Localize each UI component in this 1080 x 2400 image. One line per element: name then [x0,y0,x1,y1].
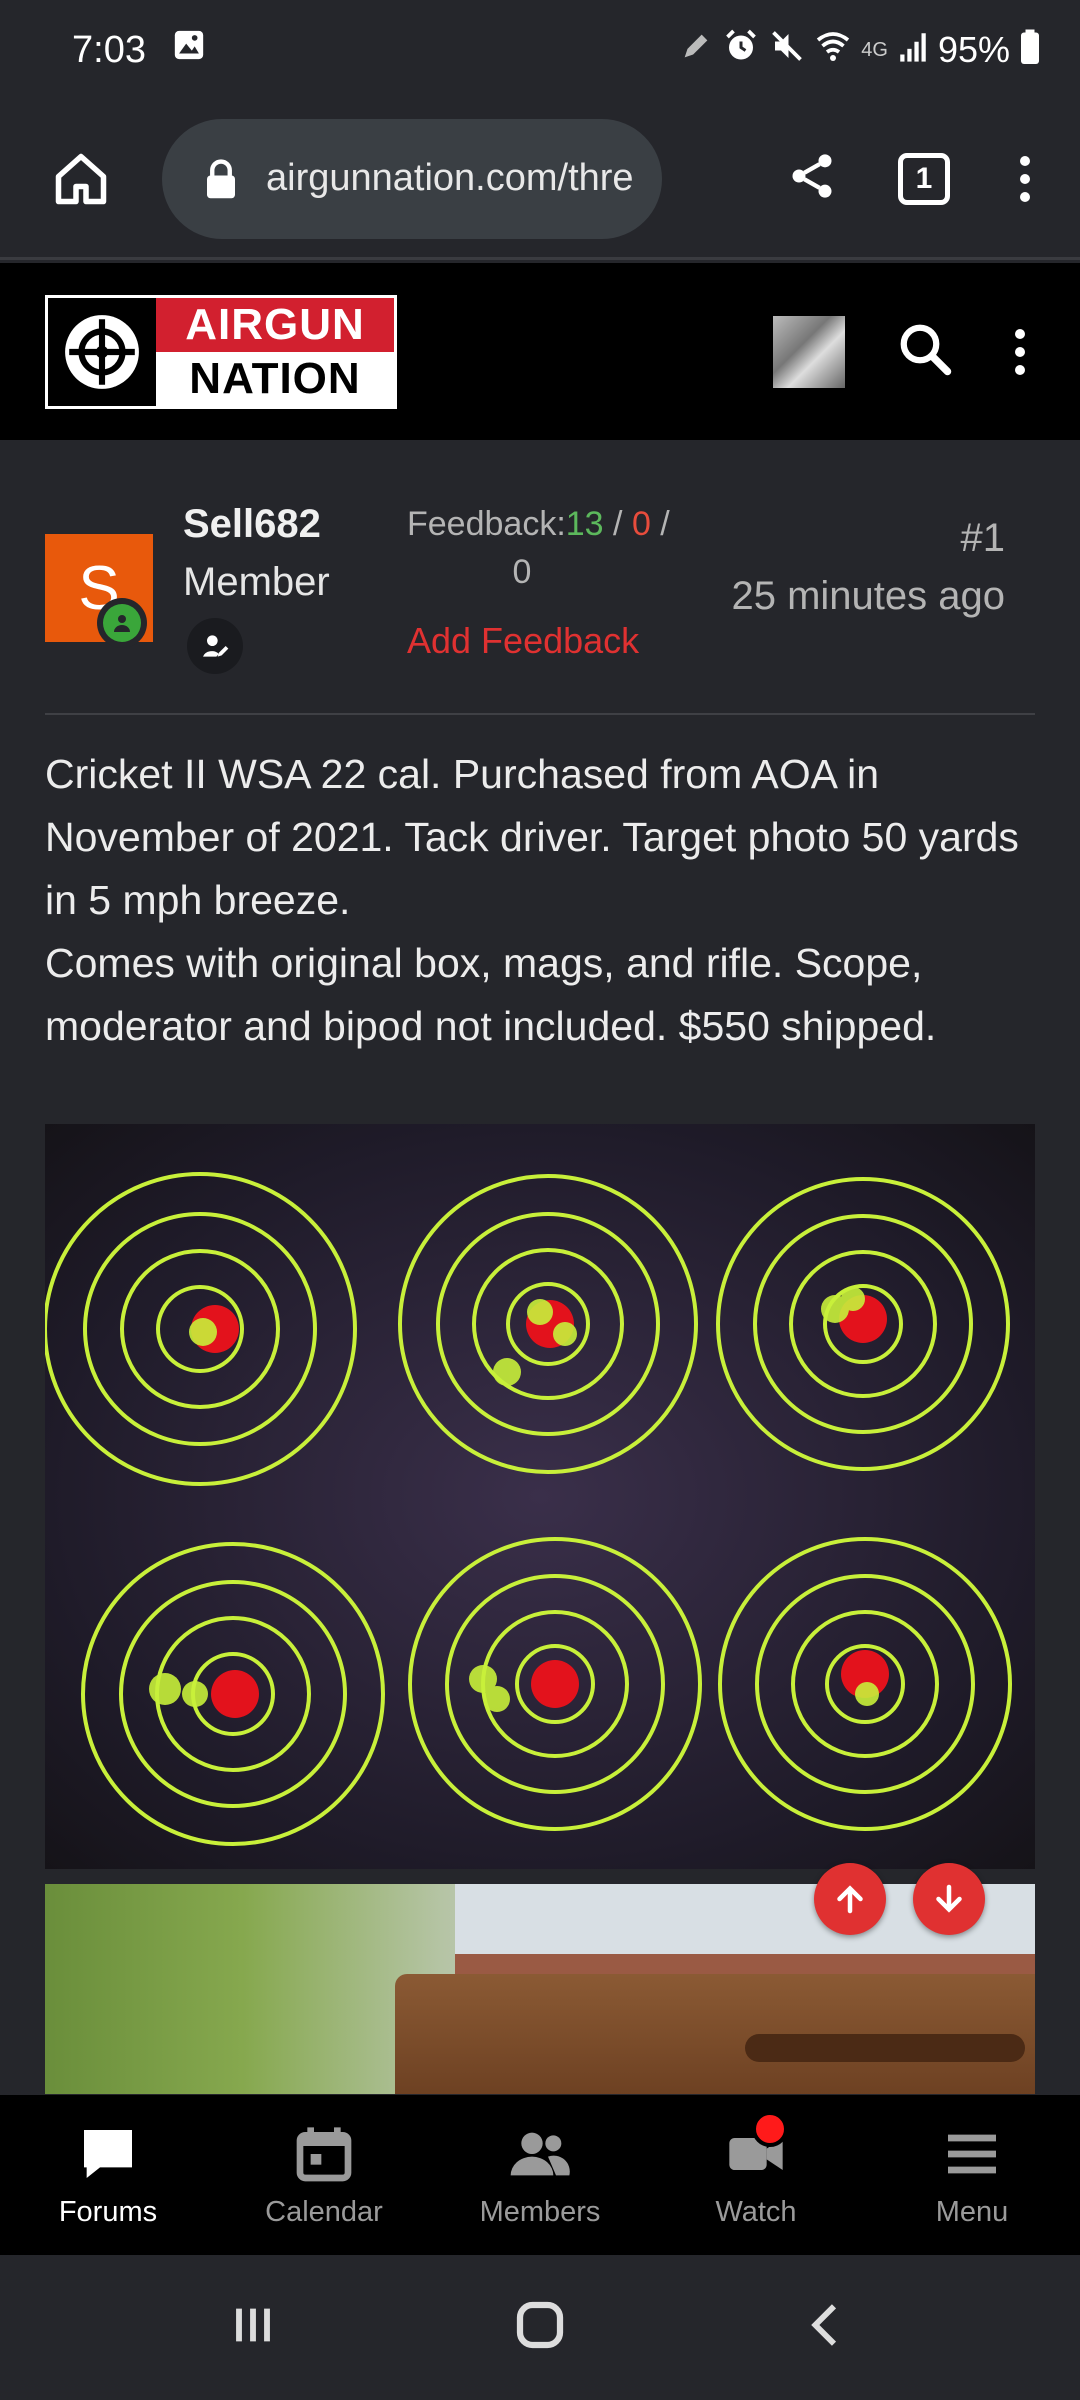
post-timestamp[interactable]: 25 minutes ago [731,574,1005,619]
status-time: 7:03 [72,28,146,71]
home-nav-button[interactable] [510,2295,570,2360]
nav-calendar-label: Calendar [265,2195,383,2228]
nav-watch[interactable]: Watch [648,2095,864,2255]
live-indicator [752,2111,788,2147]
site-menu-button[interactable] [1005,328,1035,375]
post-image-targets[interactable] [45,1124,1035,1869]
system-navigation-bar [0,2255,1080,2400]
home-button[interactable] [40,138,122,220]
pen-icon [679,29,713,72]
site-header: AIRGUN NATION [0,263,1080,440]
post-text-paragraph-2: Comes with original box, mags, and rifle… [45,940,937,1049]
network-type: 4G [861,38,888,61]
search-icon [900,324,952,376]
nav-forums[interactable]: Forums [0,2095,216,2255]
tab-switcher-button[interactable]: 1 [898,152,950,205]
user-edit-icon [187,618,243,674]
status-bar: 7:03 4G 95% [0,0,1080,100]
account-avatar[interactable] [773,315,845,388]
image-icon [172,28,206,72]
scroll-up-button[interactable] [814,1863,886,1935]
share-icon [792,154,832,198]
url-text: airgunnation.com/thre [266,157,634,199]
post-header: S Sell682 Member Feedback:13 / 0 / 0 Add… [45,440,1035,715]
post-image-rifle[interactable] [45,1884,1035,2094]
post-body: Cricket II WSA 22 cal. Purchased from AO… [45,715,1035,1058]
feedback-neutral[interactable]: 0 [407,548,637,596]
lock-icon [207,158,235,198]
alarm-icon [723,28,759,73]
hamburger-icon [948,2134,996,2173]
back-button[interactable] [799,2297,855,2358]
feedback-separator-1: / [603,505,632,543]
post-text-paragraph-1: Cricket II WSA 22 cal. Purchased from AO… [45,751,1019,923]
nav-calendar[interactable]: Calendar [216,2095,432,2255]
username[interactable]: Sell682 [183,502,321,547]
nav-forums-label: Forums [58,2195,158,2228]
feedback-summary: Feedback:13 / 0 / 0 [407,500,707,596]
nav-members-label: Members [479,2195,601,2228]
battery-icon [1020,28,1040,73]
post-number[interactable]: #1 [961,516,1006,561]
browser-menu-button[interactable] [1010,155,1040,202]
nav-menu-label: Menu [935,2195,1009,2228]
bottom-navigation: Forums Calendar Members Watch Menu [0,2095,1080,2255]
scroll-down-button[interactable] [913,1863,985,1935]
feedback-separator-2: / [650,505,670,543]
browser-toolbar: airgunnation.com/thre 1 [0,100,1080,260]
nav-menu[interactable]: Menu [864,2095,1080,2255]
user-title: Member [183,560,330,604]
back-chevron-icon [811,2304,837,2346]
online-status-icon [97,598,147,648]
add-feedback-link[interactable]: Add Feedback [407,620,639,662]
chat-icon [84,2129,132,2178]
nav-watch-label: Watch [715,2195,797,2228]
recents-icon [235,2308,270,2342]
search-button[interactable] [895,319,955,384]
calendar-icon [296,2126,352,2181]
share-button[interactable] [786,150,838,207]
feedback-label: Feedback: [407,505,566,543]
logo-line-nation: NATION [156,351,394,406]
site-logo[interactable]: AIRGUN NATION [45,294,397,409]
battery-percent: 95% [937,29,1010,70]
arrow-down-icon [936,1884,962,1913]
logo-line-airgun: AIRGUN [156,297,394,352]
wifi-icon [815,28,851,73]
home-square-icon [516,2301,564,2349]
nav-members[interactable]: Members [432,2095,648,2255]
post: S Sell682 Member Feedback:13 / 0 / 0 Add… [0,440,1080,2095]
feedback-negative[interactable]: 0 [632,505,651,543]
members-icon [510,2132,570,2175]
signal-icon [898,29,928,72]
mute-icon [769,28,805,73]
feedback-positive[interactable]: 13 [566,505,604,543]
crosshair-icon [48,297,156,406]
address-bar[interactable]: airgunnation.com/thre [162,118,662,239]
arrow-up-icon [837,1885,863,1914]
home-icon [55,153,107,204]
recent-apps-button[interactable] [225,2297,281,2358]
